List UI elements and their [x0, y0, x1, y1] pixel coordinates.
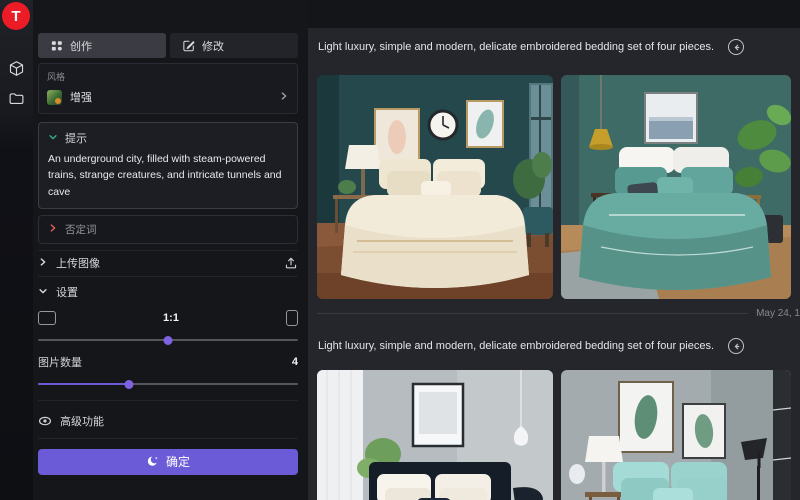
image-count-row: 图片数量 4 [38, 354, 298, 370]
generated-image-teal-bedding[interactable] [561, 75, 791, 299]
results-row-1 [308, 75, 800, 299]
negative-section[interactable]: 否定词 [38, 215, 298, 244]
result-prompt-text: Light luxury, simple and modern, delicat… [318, 41, 714, 53]
image-count-value: 4 [292, 356, 298, 368]
aspect-ratio-row: 1:1 [38, 310, 298, 326]
chevron-down-icon [48, 132, 58, 145]
grid-icon [51, 40, 63, 52]
image-count-slider[interactable] [38, 380, 298, 388]
landscape-frame-icon[interactable] [38, 311, 56, 325]
pencil-square-icon [183, 40, 195, 52]
style-label: 风格 [47, 70, 289, 83]
panel-footer: 确定 [38, 438, 298, 475]
circled-left-arrow-icon [732, 342, 741, 351]
generated-image-aqua-bedding[interactable] [561, 370, 791, 500]
generated-image-cream-bedding[interactable] [317, 75, 553, 299]
date-label: May 24, 1 [756, 308, 800, 319]
avatar-letter: T [11, 8, 20, 25]
eye-icon [38, 414, 52, 428]
assets-cube-button[interactable] [0, 53, 33, 83]
settings-label: 设置 [56, 284, 78, 300]
chevron-down-icon [38, 286, 48, 299]
confirm-button[interactable]: 确定 [38, 449, 298, 475]
circled-left-arrow-icon [732, 43, 741, 52]
settings-header[interactable]: 设置 [38, 279, 298, 306]
prompt-header: 提示 [65, 130, 87, 146]
advanced-label: 高级功能 [60, 413, 104, 429]
tab-edit-label: 修改 [202, 38, 224, 54]
style-thumbnail [47, 90, 62, 105]
date-divider: May 24, 1 [308, 299, 800, 327]
icon-rail: T [0, 0, 33, 500]
generated-image-white-bedding[interactable] [317, 370, 553, 500]
aspect-ratio-slider[interactable] [38, 336, 298, 344]
folder-icon [8, 90, 25, 107]
tab-create-label: 创作 [70, 38, 92, 54]
result-prompt-row: Light luxury, simple and modern, delicat… [308, 28, 800, 66]
style-section[interactable]: 风格 增强 [38, 63, 298, 114]
reuse-prompt-button[interactable] [728, 338, 744, 354]
chevron-right-icon [279, 88, 289, 106]
aspect-ratio-value: 1:1 [56, 312, 286, 324]
crescent-moon-icon [146, 455, 159, 468]
tab-edit[interactable]: 修改 [170, 33, 298, 58]
prompt-textarea[interactable]: An underground city, filled with steam-p… [48, 151, 288, 200]
reuse-prompt-button[interactable] [728, 39, 744, 55]
aspect-slider-handle[interactable] [164, 336, 173, 345]
divider-line [317, 313, 748, 314]
style-value: 增强 [70, 89, 271, 105]
prompt-section[interactable]: 提示 An underground city, filled with stea… [38, 122, 298, 209]
generation-panel: 创作 修改 风格 增强 提示 An underground city, fill… [33, 0, 308, 500]
chevron-right-icon [38, 257, 48, 270]
tab-create[interactable]: 创作 [38, 33, 166, 58]
user-avatar[interactable]: T [2, 2, 30, 30]
portrait-frame-icon[interactable] [286, 310, 298, 326]
files-folder-button[interactable] [0, 83, 33, 113]
mode-tabs: 创作 修改 [38, 33, 298, 58]
negative-header: 否定词 [65, 222, 97, 237]
upload-label: 上传图像 [56, 255, 100, 271]
result-prompt-row: Light luxury, simple and modern, delicat… [308, 327, 800, 365]
advanced-features-row[interactable]: 高级功能 [38, 400, 298, 432]
results-pane: Light luxury, simple and modern, delicat… [308, 28, 800, 500]
confirm-label: 确定 [166, 453, 190, 470]
result-prompt-text: Light luxury, simple and modern, delicat… [318, 340, 714, 352]
results-row-2 [308, 370, 800, 500]
upload-tray-icon[interactable] [284, 256, 298, 270]
chevron-right-icon [48, 223, 58, 236]
count-slider-handle[interactable] [125, 380, 134, 389]
upload-image-row[interactable]: 上传图像 [38, 250, 298, 277]
image-count-label: 图片数量 [38, 354, 82, 370]
cube-icon [8, 60, 25, 77]
